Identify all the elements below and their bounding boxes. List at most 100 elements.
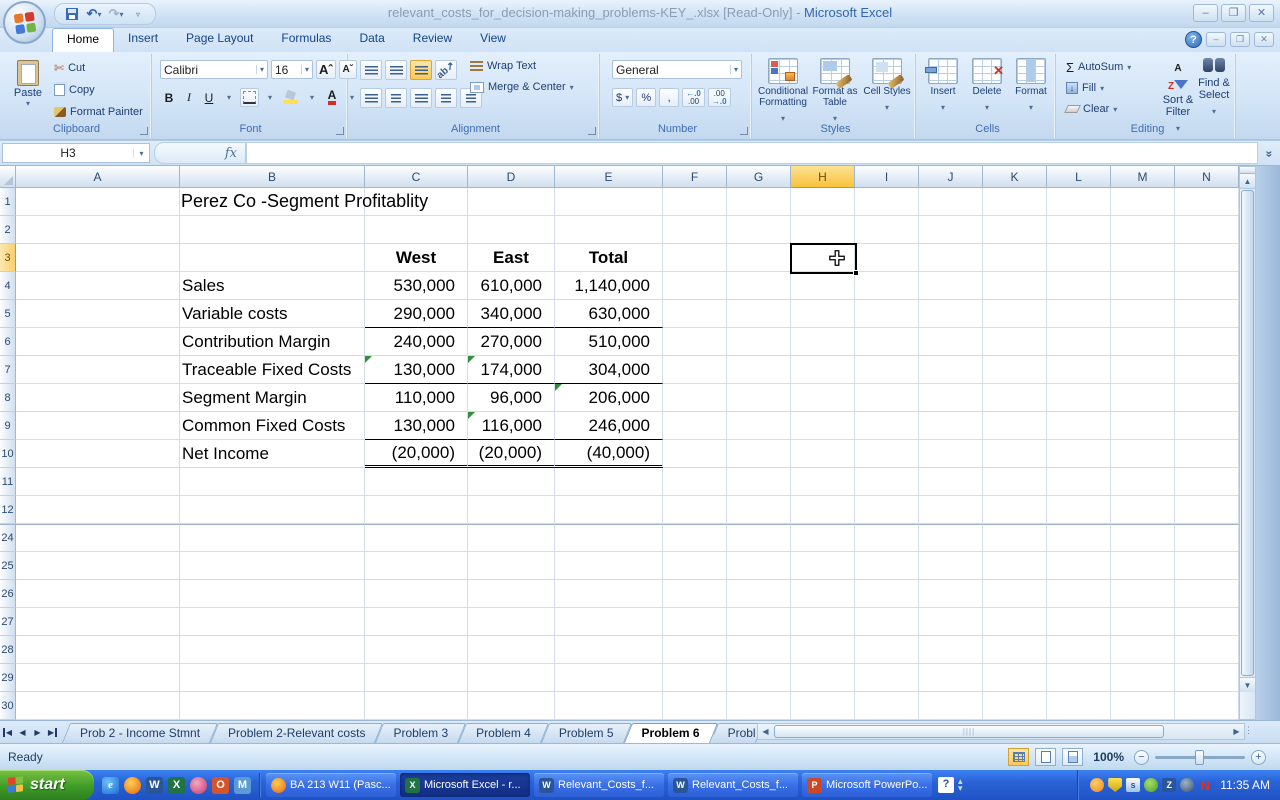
cell-B4[interactable]: Sales	[180, 272, 365, 300]
cell-A8[interactable]	[16, 384, 180, 412]
taskbar-button-2[interactable]: WRelevant_Costs_f...	[534, 773, 664, 797]
row-header-9[interactable]: 9	[0, 412, 16, 440]
cell-J28[interactable]	[919, 636, 983, 664]
fill-handle[interactable]	[853, 270, 859, 276]
cell-J3[interactable]	[919, 244, 983, 272]
cell-E25[interactable]	[555, 552, 663, 580]
name-box-dropdown-icon[interactable]: ▾	[133, 149, 149, 158]
cell-D29[interactable]	[468, 664, 555, 692]
sheet-tab-prob-2-income-stmnt[interactable]: Prob 2 - Income Stmnt	[66, 723, 214, 743]
cell-I24[interactable]	[855, 524, 919, 552]
cell-L5[interactable]	[1047, 300, 1111, 328]
cell-H12[interactable]	[791, 496, 855, 524]
delete-cells-button[interactable]: ✕ Delete▾	[966, 58, 1008, 115]
cell-E9[interactable]: 246,000	[555, 412, 663, 440]
cell-J27[interactable]	[919, 608, 983, 636]
cell-I1[interactable]	[855, 188, 919, 216]
help-button[interactable]: ?	[1185, 31, 1202, 48]
cell-E26[interactable]	[555, 580, 663, 608]
cell-G26[interactable]	[727, 580, 791, 608]
cell-M30[interactable]	[1111, 692, 1175, 720]
cell-C7[interactable]: 130,000	[365, 356, 468, 384]
cell-K10[interactable]	[983, 440, 1047, 468]
green-status-icon[interactable]	[1144, 778, 1158, 792]
cell-N25[interactable]	[1175, 552, 1239, 580]
align-left-button[interactable]	[360, 88, 382, 108]
cell-F30[interactable]	[663, 692, 727, 720]
fill-color-dropdown[interactable]: ▾	[303, 88, 321, 107]
cell-J9[interactable]	[919, 412, 983, 440]
cell-F25[interactable]	[663, 552, 727, 580]
cell-H4[interactable]	[791, 272, 855, 300]
excel-icon[interactable]: X	[168, 777, 185, 794]
normal-view-button[interactable]	[1008, 748, 1029, 766]
cell-F24[interactable]	[663, 524, 727, 552]
cell-K1[interactable]	[983, 188, 1047, 216]
cell-J29[interactable]	[919, 664, 983, 692]
cell-A2[interactable]	[16, 216, 180, 244]
cell-J26[interactable]	[919, 580, 983, 608]
row-header-29[interactable]: 29	[0, 664, 16, 692]
decrease-indent-button[interactable]	[435, 88, 457, 108]
taskbar-button-0[interactable]: BA 213 W11 (Pasc...	[266, 773, 396, 797]
cell-H29[interactable]	[791, 664, 855, 692]
cell-D3[interactable]: East	[468, 244, 555, 272]
cell-E1[interactable]	[555, 188, 663, 216]
cell-G5[interactable]	[727, 300, 791, 328]
cell-N8[interactable]	[1175, 384, 1239, 412]
cell-D10[interactable]: (20,000)	[468, 440, 555, 468]
cell-E29[interactable]	[555, 664, 663, 692]
cell-L6[interactable]	[1047, 328, 1111, 356]
cell-D1[interactable]	[468, 188, 555, 216]
cell-G24[interactable]	[727, 524, 791, 552]
cell-G6[interactable]	[727, 328, 791, 356]
zoom-out-button[interactable]: −	[1134, 750, 1149, 765]
copy-button[interactable]: Copy	[54, 82, 143, 98]
column-header-C[interactable]: C	[365, 166, 468, 188]
cell-L4[interactable]	[1047, 272, 1111, 300]
cell-I30[interactable]	[855, 692, 919, 720]
cell-M6[interactable]	[1111, 328, 1175, 356]
cell-B12[interactable]	[180, 496, 365, 524]
cell-K30[interactable]	[983, 692, 1047, 720]
cell-I26[interactable]	[855, 580, 919, 608]
cell-I5[interactable]	[855, 300, 919, 328]
ribbon-tab-home[interactable]: Home	[52, 28, 114, 52]
cell-I4[interactable]	[855, 272, 919, 300]
comma-format-button[interactable]: ,	[659, 88, 679, 107]
autosum-button[interactable]: ΣAutoSum▾	[1066, 59, 1131, 75]
cell-B28[interactable]	[180, 636, 365, 664]
cell-I7[interactable]	[855, 356, 919, 384]
cell-D26[interactable]	[468, 580, 555, 608]
previous-sheet-button[interactable]: ◀	[15, 724, 30, 741]
column-header-I[interactable]: I	[855, 166, 919, 188]
cell-K26[interactable]	[983, 580, 1047, 608]
cell-F1[interactable]	[663, 188, 727, 216]
cell-M24[interactable]	[1111, 524, 1175, 552]
cell-C24[interactable]	[365, 524, 468, 552]
font-name-combo[interactable]: Calibri▾	[160, 60, 268, 79]
cell-N3[interactable]	[1175, 244, 1239, 272]
cell-F28[interactable]	[663, 636, 727, 664]
cell-C10[interactable]: (20,000)	[365, 440, 468, 468]
cell-H2[interactable]	[791, 216, 855, 244]
cell-K12[interactable]	[983, 496, 1047, 524]
cell-M3[interactable]	[1111, 244, 1175, 272]
name-box[interactable]: H3▾	[2, 143, 150, 163]
cell-I6[interactable]	[855, 328, 919, 356]
ribbon-tab-data[interactable]: Data	[345, 28, 398, 52]
minimize-button[interactable]: ‒	[1193, 4, 1218, 22]
chat-icon[interactable]: s	[1126, 778, 1140, 792]
scroll-left-button[interactable]: ◀	[758, 724, 773, 739]
cell-F2[interactable]	[663, 216, 727, 244]
row-header-12[interactable]: 12	[0, 496, 16, 524]
cell-C8[interactable]: 110,000	[365, 384, 468, 412]
row-header-24[interactable]: 24	[0, 524, 16, 552]
cell-K24[interactable]	[983, 524, 1047, 552]
cell-F5[interactable]	[663, 300, 727, 328]
cell-J4[interactable]	[919, 272, 983, 300]
horizontal-scroll-thumb[interactable]: ||||	[774, 725, 1164, 738]
cell-I3[interactable]	[855, 244, 919, 272]
page-break-view-button[interactable]	[1062, 748, 1083, 766]
row-header-28[interactable]: 28	[0, 636, 16, 664]
